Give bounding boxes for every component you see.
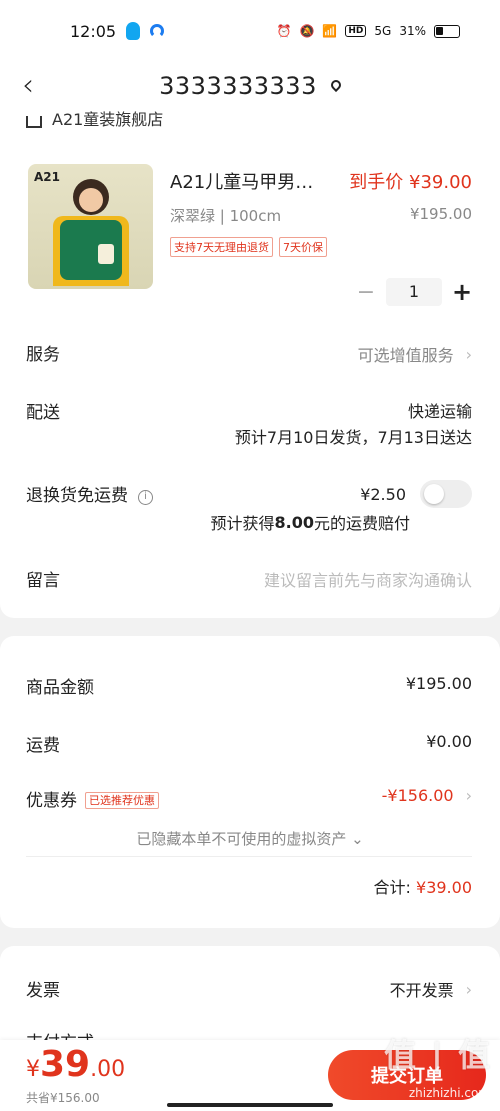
saved-amount: 共省¥156.00 [26,1091,100,1105]
hidden-assets-toggle[interactable]: 已隐藏本单不可使用的虚拟资产 ⌄ [0,828,500,849]
chevron-right-icon: › [465,786,472,805]
back-icon[interactable]: ‹ [22,68,34,103]
total-value: ¥39.00 [416,878,472,897]
store-name: A21童装旗舰店 [52,110,164,129]
watermark-url: zhizhizhi.com [408,1086,490,1100]
original-price: ¥195.00 [409,205,472,223]
product-image-brand: A21 [34,170,60,184]
tag-return: 支持7天无理由退货 [170,237,273,257]
info-icon[interactable]: i [138,490,153,505]
nav-bar: ‹ 3333333333 [0,62,500,110]
price-summary-card: 商品金额 ¥195.00 运费 ¥0.00 优惠券 已选推荐优惠 -¥156.00… [0,636,500,928]
qq-icon [126,22,141,40]
return-insurance-note: 预计获得 8.00 元的运费赔付 [210,510,410,534]
message-label: 留言 [26,571,60,591]
store-icon [26,116,42,128]
total-row: 合计: ¥39.00 [374,874,472,898]
return-insurance-control: ¥2.50 [360,480,472,508]
service-label: 服务 [26,345,60,365]
price-currency: ¥ [26,1057,40,1082]
message-input[interactable]: 建议留言前先与商家沟通确认 [264,567,472,591]
store-row[interactable]: A21童装旗舰店 [26,108,163,130]
product-image[interactable]: A21 [28,164,153,289]
status-bar: 12:05 ⏰ 🔕 📶 HD 5G 31% [0,0,500,62]
home-indicator[interactable] [167,1103,333,1107]
goods-amount-value: ¥195.00 [405,674,472,693]
coupon-tag: 已选推荐优惠 [85,792,159,809]
plus-icon[interactable]: + [452,278,472,306]
coupon-row: 优惠券 已选推荐优惠 [26,786,159,811]
return-insurance-price: ¥2.50 [360,484,406,504]
tag-price-protect: 7天价保 [279,237,327,257]
service-row[interactable]: 可选增值服务 › [358,342,472,366]
wifi-icon: 📶 [322,24,338,38]
chevron-right-icon: › [465,344,472,364]
goods-amount-label: 商品金额 [26,678,94,698]
watermark-logo: 值 | 值 [384,1036,492,1074]
product-title[interactable]: A21儿童马甲男… [170,168,313,194]
delivery-method-text: 快递运输 [407,402,472,421]
delivery-method[interactable]: 快递运输 [408,398,472,422]
return-insurance-row: 退换货免运费 i [26,481,153,506]
quantity-stepper: − 1 + [356,278,472,306]
invoice-label: 发票 [26,981,60,1001]
mute-icon: 🔕 [299,24,315,38]
signal-icon: 5G [374,24,392,38]
delivery-eta-text: 预计7月10日发货，7月13日送达 [234,428,472,447]
quantity-value[interactable]: 1 [386,278,442,306]
note-suffix: 元的运费赔付 [313,514,410,533]
return-insurance-toggle[interactable] [420,480,472,508]
coupon-label: 优惠券 [26,791,77,811]
invoice-value: 不开发票 [389,981,454,1000]
product-tags: 支持7天无理由退货 7天价保 [170,237,327,257]
note-prefix: 预计获得 [210,514,275,533]
hd-icon: HD [345,25,367,37]
status-time: 12:05 [70,21,117,41]
shipping-label: 运费 [26,736,60,756]
return-insurance-label: 退换货免运费 [26,486,128,506]
price-integer: 39 [40,1044,91,1085]
coupon-value: -¥156.00 [381,786,454,805]
product-spec[interactable]: 深翠绿 | 100cm [170,205,281,226]
divider [26,856,472,857]
price-decimal: .00 [90,1057,126,1082]
deal-price: 到手价 ¥39.00 [349,172,472,193]
shipping-value: ¥0.00 [426,732,472,751]
order-card: A21童装旗舰店 A21 A21儿童马甲男… 到手价 ¥39.00 深翠绿 | … [0,108,500,618]
delivery-label: 配送 [26,403,60,423]
invoice-selector[interactable]: 不开发票 › [390,977,472,1001]
delivery-eta: 预计7月10日发货，7月13日送达 [235,424,472,448]
total-label: 合计: [373,878,411,897]
chevron-right-icon: › [465,979,472,999]
alarm-icon: ⏰ [276,24,292,38]
coupon-selector[interactable]: -¥156.00 › [382,786,472,805]
battery-icon [434,24,460,38]
location-pin-icon[interactable] [328,77,343,93]
bottom-price: ¥39.00 [26,1044,125,1085]
hidden-assets-text: 已隐藏本单不可使用的虚拟资产 [136,830,347,848]
chevron-down-icon: ⌄ [351,830,364,848]
note-amount: 8.00 [274,512,314,532]
message-placeholder: 建议留言前先与商家沟通确认 [263,571,472,590]
minus-icon[interactable]: − [356,280,376,305]
sync-icon [150,24,165,38]
battery-percent: 31% [399,24,426,38]
address-title[interactable]: 3333333333 [159,72,317,100]
service-value: 可选增值服务 [357,346,454,365]
